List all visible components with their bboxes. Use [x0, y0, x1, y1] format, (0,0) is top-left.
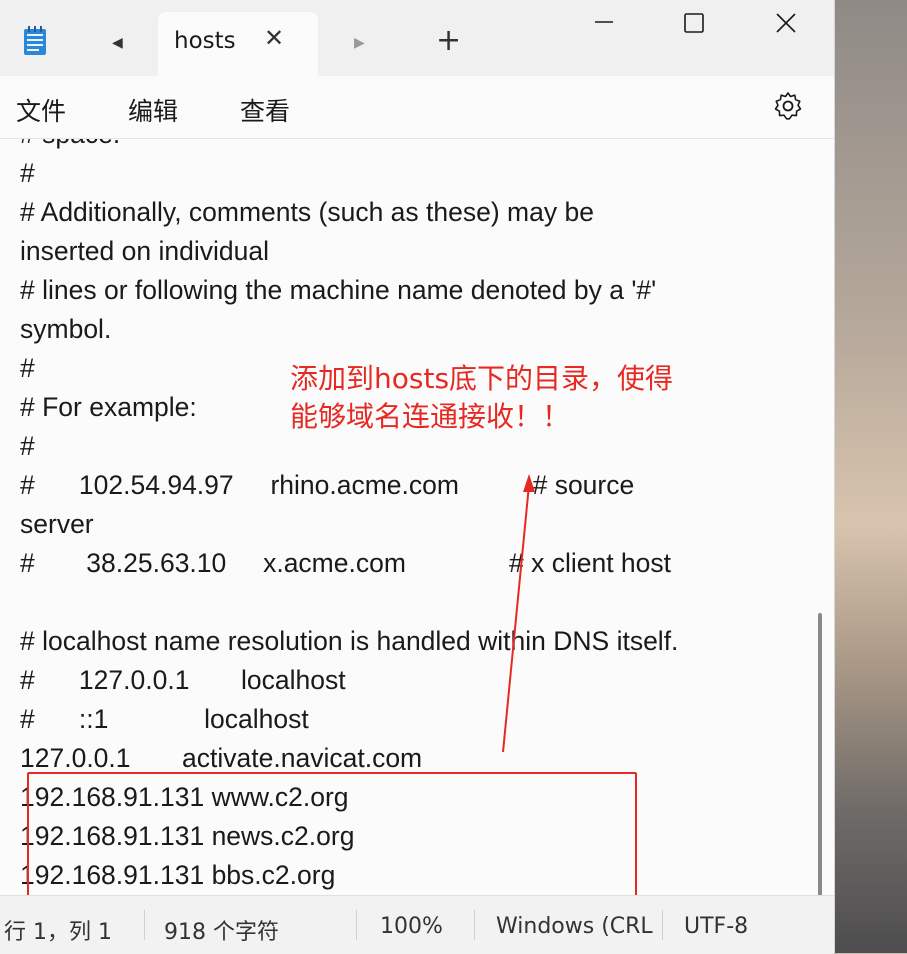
scroll-tabs-left-icon[interactable]: ◀ [112, 35, 123, 51]
editor-line: # 102.54.94.97 rhino.acme.com # source [20, 470, 635, 500]
editor-line: inserted on individual [20, 236, 269, 266]
settings-gear-icon[interactable] [772, 90, 804, 122]
status-zoom[interactable]: 100% [380, 914, 443, 939]
editor-line: # localhost name resolution is handled w… [20, 626, 679, 656]
vertical-scrollbar[interactable] [818, 613, 822, 895]
annotation-line-2: 能够域名连通接收！！ [290, 400, 571, 433]
tab-close-icon[interactable]: ✕ [264, 24, 284, 52]
status-line-ending: Windows (CRL [496, 914, 653, 939]
editor-line: # lines or following the machine name de… [20, 275, 657, 305]
annotation-line-1: 添加到hosts底下的目录，使得 [290, 362, 674, 395]
menu-file[interactable]: 文件 [16, 92, 66, 128]
status-bar: 行 1，列 1 918 个字符 100% Windows (CRL UTF-8 [0, 895, 834, 954]
minimize-button[interactable] [580, 4, 630, 40]
editor-line: server [20, 509, 94, 539]
menu-bar: 文件 编辑 查看 [0, 76, 834, 139]
editor-line: # 38.25.63.10 x.acme.com # x client host [20, 548, 672, 578]
status-encoding: UTF-8 [684, 914, 749, 939]
new-tab-plus-icon[interactable]: + [436, 26, 461, 56]
maximize-button[interactable] [670, 4, 720, 40]
status-cursor-position: 行 1，列 1 [4, 920, 112, 945]
editor-line: # [20, 158, 35, 188]
title-bar: ◀ hosts ✕ ▶ + [0, 0, 834, 76]
editor-line: # 127.0.0.1 localhost [20, 665, 346, 695]
notepad-app-icon [24, 26, 46, 55]
editor-line: # ::1 localhost [20, 704, 309, 734]
editor-line: # space. [20, 139, 678, 154]
editor-line: symbol. [20, 314, 112, 344]
scroll-tabs-right-icon[interactable]: ▶ [354, 35, 365, 51]
desktop-background [834, 0, 907, 953]
menu-view[interactable]: 查看 [240, 92, 290, 128]
editor-line: # Additionally, comments (such as these)… [20, 197, 594, 227]
close-window-button[interactable] [762, 4, 812, 40]
annotation-text: 添加到hosts底下的目录，使得 能够域名连通接收！！ [290, 360, 673, 436]
menu-edit[interactable]: 编辑 [128, 92, 178, 128]
annotation-highlight-box [27, 772, 637, 910]
close-icon [776, 13, 796, 33]
tab-title: hosts [174, 28, 236, 54]
tab-hosts[interactable]: hosts ✕ [158, 12, 318, 76]
status-char-count: 918 个字符 [164, 920, 279, 945]
maximize-icon [684, 13, 704, 33]
minimize-icon [595, 21, 613, 23]
notepad-window: ◀ hosts ✕ ▶ + 文件 编辑 查看 # # Additionally,… [0, 0, 835, 954]
